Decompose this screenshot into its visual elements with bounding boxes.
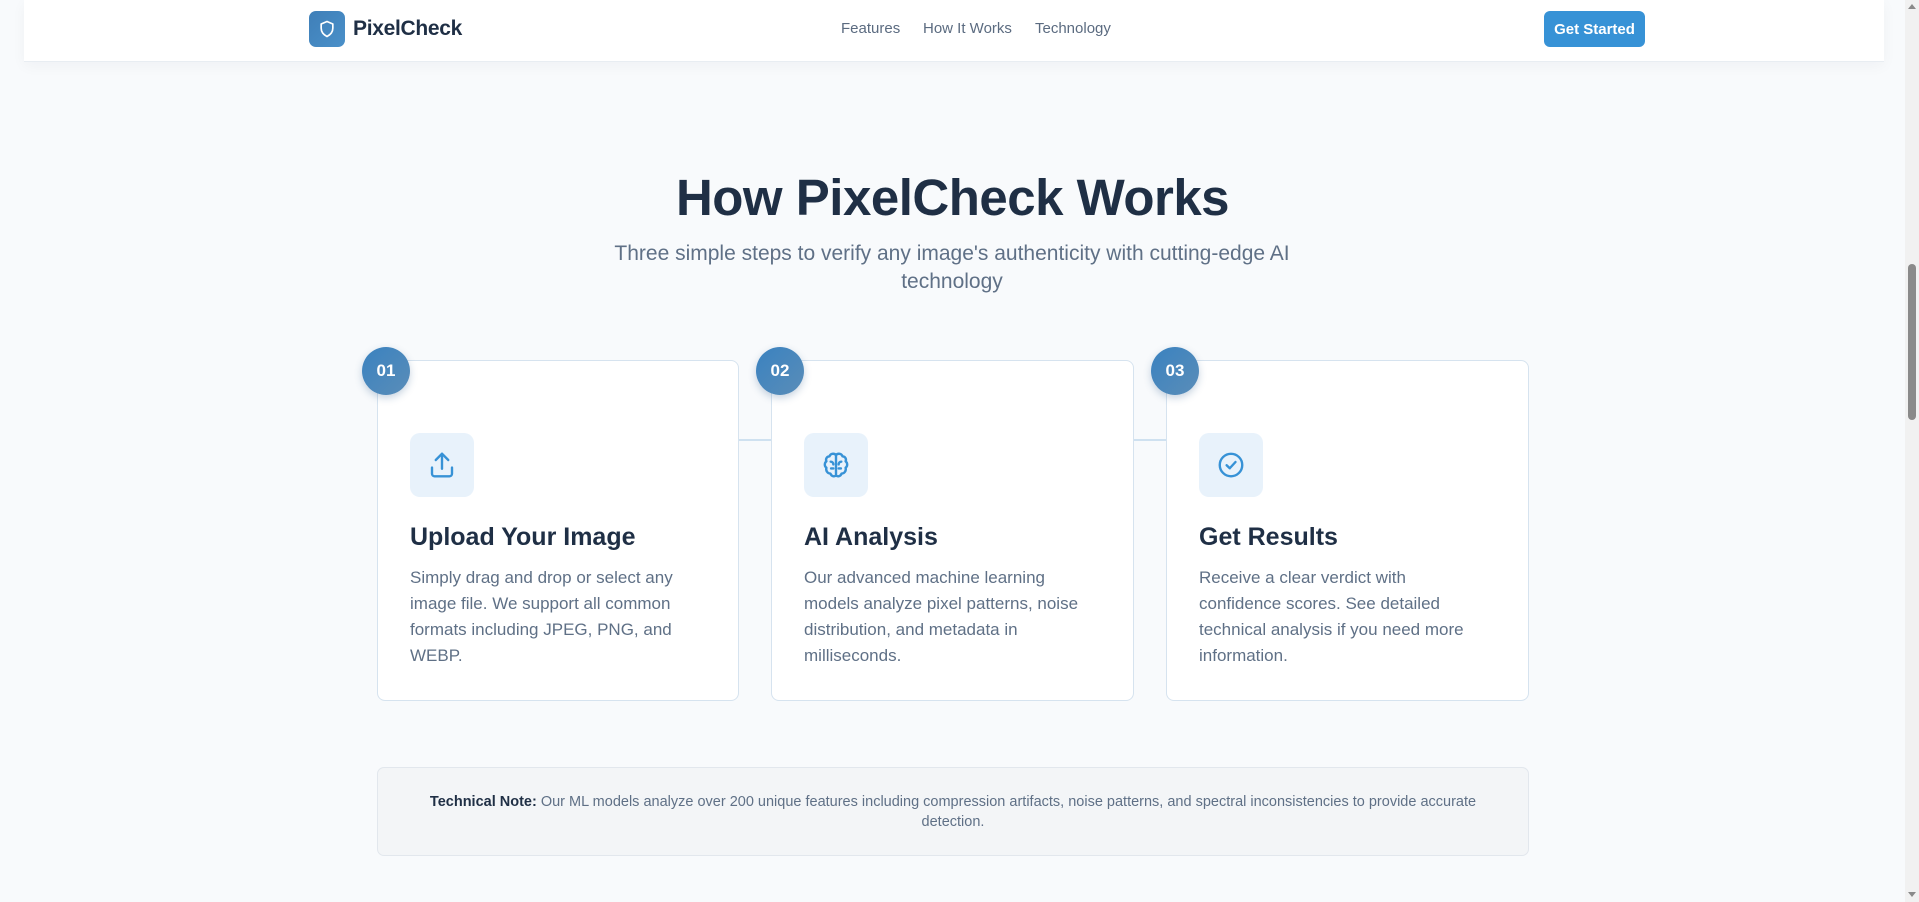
shield-icon	[320, 20, 334, 38]
step-icon-tile	[1199, 433, 1263, 497]
scroll-down-arrow-icon[interactable]	[1908, 892, 1916, 897]
upload-icon	[430, 452, 454, 478]
step-title: Upload Your Image	[410, 523, 636, 551]
brand-name[interactable]: PixelCheck	[353, 17, 462, 41]
technical-note-label: Technical Note:	[429, 793, 537, 810]
step-title: Get Results	[1199, 523, 1338, 551]
nav-link-features[interactable]: Features	[841, 20, 900, 37]
technical-note: Technical Note: Our ML models analyze ov…	[377, 767, 1529, 856]
page-subtitle: Three simple steps to verify any image's…	[614, 242, 1290, 293]
step-connector	[1134, 439, 1169, 441]
step-card-results: 03 Get Results Receive a clear verdict w…	[1151, 347, 1529, 701]
page-scrollbar[interactable]	[1905, 0, 1919, 902]
step-icon-tile	[804, 433, 868, 497]
step-description: Our advanced machine learning models ana…	[804, 568, 1079, 665]
step-description: Receive a clear verdict with confidence …	[1199, 568, 1464, 665]
step-connector	[739, 439, 774, 441]
brain-icon	[823, 452, 849, 478]
step-icon-tile	[410, 433, 474, 497]
step-number-badge: 01	[362, 347, 410, 395]
step-number-badge: 03	[1151, 347, 1199, 395]
scrollbar-thumb[interactable]	[1908, 264, 1916, 420]
step-card-upload: 01 Upload Your Image Simply drag and dro…	[362, 347, 739, 701]
technical-note-text: Our ML models analyze over 200 unique fe…	[540, 793, 1477, 830]
step-number-badge: 02	[756, 347, 804, 395]
step-description: Simply drag and drop or select any image…	[410, 568, 673, 665]
step-card-analysis: 02 AI Analysis Our advanced machine lear…	[756, 347, 1134, 701]
nav-link-how-it-works[interactable]: How It Works	[923, 20, 1012, 37]
get-started-button[interactable]: Get Started	[1544, 11, 1645, 47]
logo[interactable]	[309, 11, 345, 47]
check-circle-icon	[1218, 452, 1244, 478]
step-title: AI Analysis	[804, 523, 938, 551]
scroll-up-arrow-icon[interactable]	[1908, 4, 1916, 9]
page-title: How PixelCheck Works	[675, 169, 1230, 226]
top-navbar: PixelCheck Features How It Works Technol…	[24, 0, 1884, 62]
nav-link-technology[interactable]: Technology	[1035, 20, 1111, 37]
